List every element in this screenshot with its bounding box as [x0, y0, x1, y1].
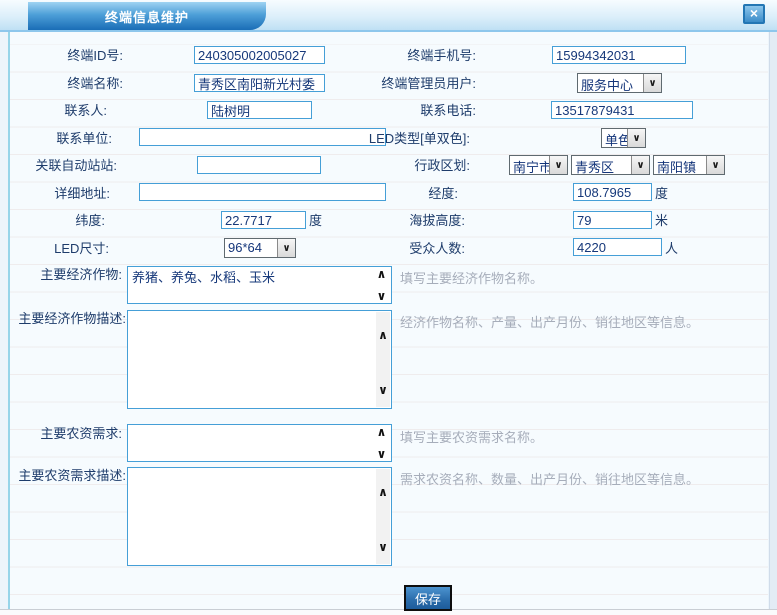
main-crops-desc-label: 主要经济作物描述:: [0, 311, 126, 327]
contact-person-label: 联系人:: [0, 103, 107, 119]
terminal-phone-label: 终端手机号:: [300, 48, 476, 64]
scroll-down-icon[interactable]: ∨: [377, 448, 387, 460]
region-town-value: 南阳镇: [654, 156, 706, 174]
contact-phone-label: 联系电话:: [300, 103, 476, 119]
terminal-phone-input[interactable]: [552, 46, 686, 64]
admin-region-label: 行政区划:: [300, 158, 470, 174]
close-icon[interactable]: ×: [743, 4, 765, 24]
scroll-up-icon[interactable]: ∧: [377, 426, 387, 438]
chevron-down-icon[interactable]: ∨: [549, 156, 567, 174]
longitude-unit: 度: [655, 186, 668, 202]
main-crops-desc-textarea[interactable]: ∧ ∨: [127, 310, 392, 409]
scroll-down-icon[interactable]: ∨: [376, 540, 390, 554]
terminal-id-label: 终端ID号:: [0, 48, 123, 64]
led-size-label: LED尺寸:: [0, 241, 109, 257]
altitude-unit: 米: [655, 213, 668, 229]
main-crops-scrollbar[interactable]: ∧ ∨: [374, 268, 389, 302]
contact-person-input[interactable]: [207, 101, 312, 119]
chevron-down-icon[interactable]: ∨: [627, 129, 645, 147]
audience-unit: 人: [665, 241, 678, 257]
scroll-up-icon[interactable]: ∧: [376, 328, 390, 342]
latitude-input[interactable]: [221, 211, 306, 229]
chevron-down-icon[interactable]: ∨: [643, 74, 661, 92]
agri-needs-desc-label: 主要农资需求描述:: [0, 468, 126, 484]
terminal-admin-label: 终端管理员用户:: [300, 76, 476, 92]
dialog-terminal-info: 终端信息维护 × 终端ID号: 终端手机号: 终端名称: 终端管理员用户: 服务…: [0, 0, 777, 615]
scroll-down-icon[interactable]: ∨: [377, 290, 387, 302]
audience-label: 受众人数:: [300, 241, 465, 257]
main-crops-desc-hint: 经济作物名称、产量、出产月份、销往地区等信息。: [400, 312, 699, 331]
region-city-select[interactable]: 南宁市 ∨: [509, 155, 568, 175]
agri-needs-label: 主要农资需求:: [0, 426, 122, 442]
bottom-pad: [0, 610, 777, 615]
agri-needs-hint: 填写主要农资需求名称。: [400, 427, 543, 446]
scroll-down-icon[interactable]: ∨: [376, 383, 390, 397]
longitude-input[interactable]: [573, 183, 652, 201]
latitude-label: 纬度:: [0, 213, 105, 229]
agri-needs-desc-scrollbar[interactable]: ∧ ∨: [376, 469, 390, 564]
altitude-label: 海拔高度:: [300, 213, 465, 229]
agri-needs-desc-textarea[interactable]: ∧ ∨: [127, 467, 392, 566]
main-crops-text: 养猪、养兔、水稻、玉米: [132, 269, 371, 286]
right-strip: [769, 32, 777, 609]
scroll-up-icon[interactable]: ∧: [376, 485, 390, 499]
main-crops-textarea[interactable]: 养猪、养兔、水稻、玉米 ∧ ∨: [127, 266, 392, 304]
led-type-value: 单色: [602, 129, 627, 147]
longitude-label: 经度:: [300, 186, 458, 202]
region-city-value: 南宁市: [510, 156, 549, 174]
led-type-select[interactable]: 单色 ∨: [601, 128, 646, 148]
dialog-title: 终端信息维护: [28, 2, 266, 30]
led-size-value: 96*64: [225, 239, 277, 257]
region-town-select[interactable]: 南阳镇 ∨: [653, 155, 725, 175]
title-bar: 终端信息维护 ×: [0, 0, 777, 32]
audience-input[interactable]: [573, 238, 662, 256]
chevron-down-icon[interactable]: ∨: [706, 156, 724, 174]
main-crops-label: 主要经济作物:: [0, 267, 122, 283]
led-type-label: LED类型[单双色]:: [300, 131, 470, 147]
agri-needs-scrollbar[interactable]: ∧ ∨: [374, 426, 389, 460]
agri-needs-textarea[interactable]: ∧ ∨: [127, 424, 392, 462]
main-crops-hint: 填写主要经济作物名称。: [400, 268, 543, 287]
region-district-value: 青秀区: [572, 156, 631, 174]
address-label: 详细地址:: [0, 186, 110, 202]
chevron-down-icon[interactable]: ∨: [631, 156, 649, 174]
agri-needs-desc-hint: 需求农资名称、数量、出产月份、销往地区等信息。: [400, 469, 699, 488]
contact-unit-label: 联系单位:: [0, 131, 112, 147]
terminal-name-label: 终端名称:: [0, 76, 123, 92]
main-crops-desc-scrollbar[interactable]: ∧ ∨: [376, 312, 390, 407]
save-button[interactable]: 保存: [404, 585, 452, 611]
led-size-select[interactable]: 96*64 ∨: [224, 238, 296, 258]
contact-phone-input[interactable]: [551, 101, 693, 119]
linked-station-label: 关联自动站站:: [0, 158, 117, 174]
terminal-admin-select[interactable]: 服务中心 ∨: [577, 73, 662, 93]
scroll-up-icon[interactable]: ∧: [377, 268, 387, 280]
region-district-select[interactable]: 青秀区 ∨: [571, 155, 650, 175]
terminal-admin-value: 服务中心: [578, 74, 643, 92]
chevron-down-icon[interactable]: ∨: [277, 239, 295, 257]
altitude-input[interactable]: [573, 211, 652, 229]
